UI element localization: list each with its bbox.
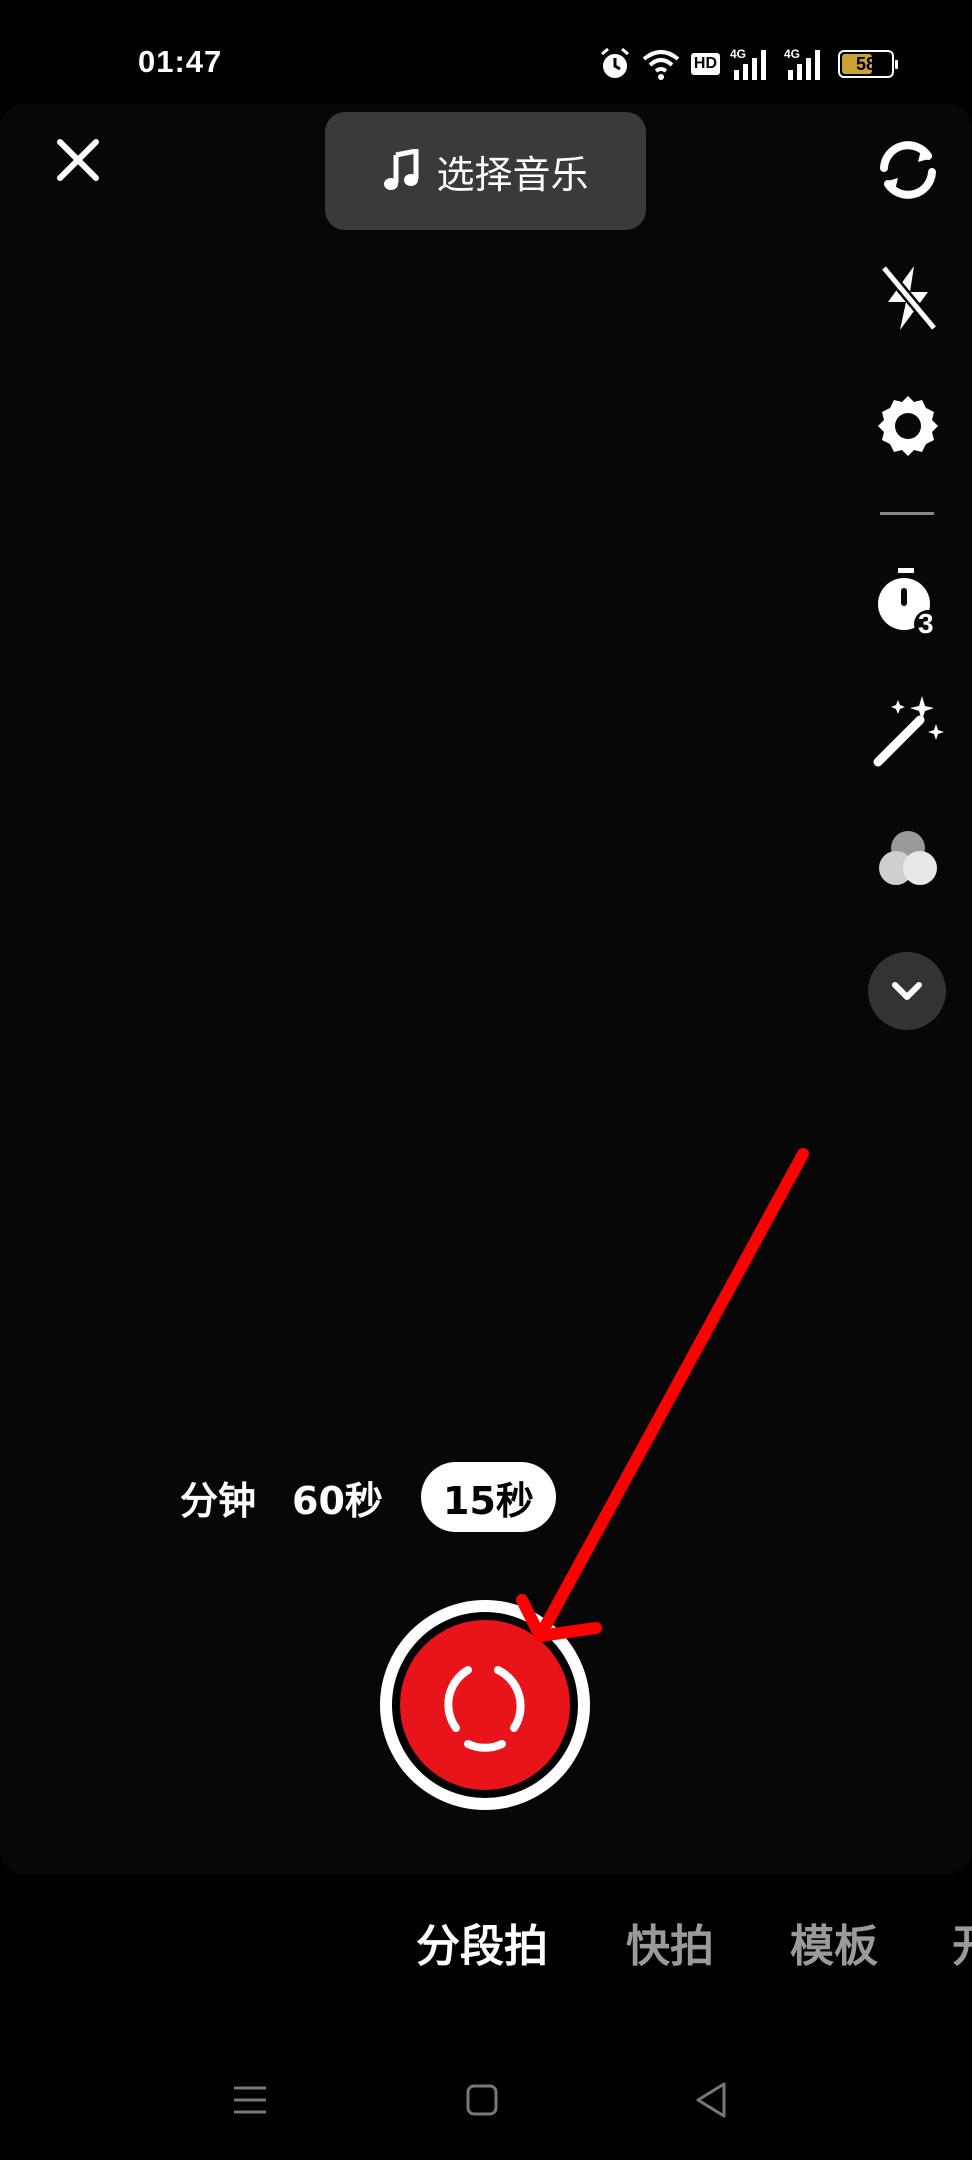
close-icon [57,139,99,181]
duration-option-15s[interactable]: 15秒 [421,1462,556,1532]
music-note-icon [384,149,419,190]
mode-tabs: 分段拍 快拍 模板 开 [0,1910,972,1980]
menu-icon[interactable] [230,2080,270,2120]
tab-segment-shoot[interactable]: 分段拍 [416,1910,548,1974]
status-time: 01:47 [138,44,223,79]
timer-badge: 3 [918,608,934,639]
svg-text:4G: 4G [730,47,746,61]
record-button[interactable] [380,1600,590,1810]
duration-option-60s[interactable]: 60秒 [292,1462,383,1532]
flash-off-icon [880,264,938,332]
close-button[interactable] [48,130,108,190]
record-button-core [400,1620,570,1790]
wifi-icon [642,50,680,80]
settings-button[interactable] [868,386,948,466]
hd-badge: HD [690,53,720,75]
chevron-down-icon [892,982,922,1000]
magic-wand-icon [873,696,944,767]
tab-quick-shoot[interactable]: 快拍 [626,1910,714,1974]
tab-template[interactable]: 模板 [790,1910,878,1974]
svg-text:4G: 4G [784,47,800,61]
signal-4g-icon: 4G [730,47,766,80]
tab-live[interactable]: 开 [952,1910,972,1974]
battery-level: 58 [855,53,877,74]
filter-button[interactable] [868,820,948,900]
filter-icon [879,831,937,885]
home-icon[interactable] [462,2080,502,2120]
back-icon[interactable] [692,2080,732,2120]
select-music-label: 选择音乐 [436,152,589,197]
alarm-icon [600,47,629,78]
expand-tools-button[interactable] [868,952,946,1030]
duration-option-minutes[interactable]: 分钟 [172,1462,256,1532]
flip-camera-button[interactable] [868,130,948,210]
timer-button[interactable]: 3 [868,564,948,644]
toolbar-divider [880,512,934,515]
select-music-button[interactable]: 选择音乐 [325,112,646,230]
status-bar: 01:47 HD 4G 4G 58 [0,0,972,104]
signal-4g-icon: 4G [784,47,820,80]
settings-icon [878,396,938,456]
beautify-button[interactable] [868,692,948,772]
flash-button[interactable] [868,258,948,338]
status-icons: HD 4G 4G 58 [599,46,898,82]
system-nav-bar [0,2060,972,2140]
flip-camera-icon [880,141,936,199]
segment-record-icon [444,1666,525,1752]
duration-selector: 分钟 60秒 15秒 [0,1462,972,1532]
battery-icon: 58 [838,50,898,78]
